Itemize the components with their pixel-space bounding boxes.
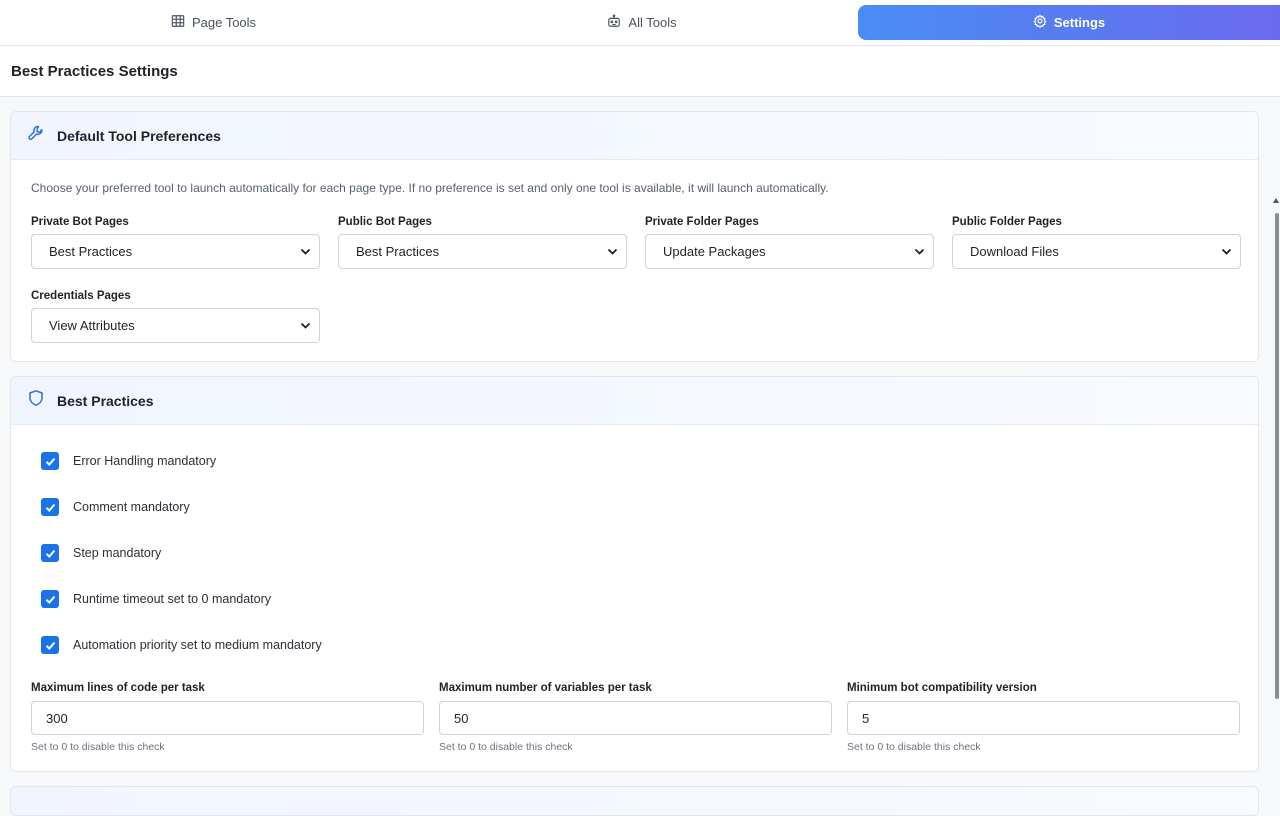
checkbox-label: Automation priority set to medium mandat…	[73, 638, 322, 652]
runtime-timeout-checkbox[interactable]: Runtime timeout set to 0 mandatory	[41, 590, 271, 608]
field-hint: Set to 0 to disable this check	[847, 741, 981, 753]
field-label: Maximum lines of code per task	[31, 682, 205, 694]
card-title: Best Practices	[57, 392, 154, 409]
field-label: Credentials Pages	[31, 290, 131, 302]
checkmark-icon	[45, 641, 55, 650]
default-tool-preferences-card: Default Tool Preferences Choose your pre…	[10, 111, 1259, 362]
card-title: Default Tool Preferences	[57, 127, 221, 144]
input-value: 5	[862, 710, 870, 726]
chevron-down-icon	[607, 248, 618, 255]
tab-label: All Tools	[628, 15, 677, 30]
tab-all-tools[interactable]: All Tools	[427, 5, 857, 40]
chevron-down-icon	[300, 322, 311, 329]
error-handling-checkbox[interactable]: Error Handling mandatory	[41, 452, 216, 470]
checkmark-icon	[45, 503, 55, 512]
chevron-down-icon	[300, 248, 311, 255]
scrollbar[interactable]	[1272, 97, 1280, 800]
field-label: Private Folder Pages	[645, 216, 759, 228]
title-bar: Best Practices Settings	[0, 46, 1280, 97]
checkbox-checked[interactable]	[41, 498, 59, 516]
step-checkbox[interactable]: Step mandatory	[41, 544, 161, 562]
top-tab-bar: Page Tools All Tools Settings	[0, 0, 1280, 46]
public-folder-pages-select[interactable]: Download Files	[952, 234, 1241, 269]
preferences-description: Choose your preferred tool to launch aut…	[31, 181, 829, 195]
card-header: Best Practices	[11, 377, 1258, 425]
wrench-icon	[27, 124, 45, 147]
comment-checkbox[interactable]: Comment mandatory	[41, 498, 190, 516]
chevron-down-icon	[914, 248, 925, 255]
credentials-pages-select[interactable]: View Attributes	[31, 308, 320, 343]
checkmark-icon	[45, 549, 55, 558]
best-practices-card: Best Practices Error Handling mandatory …	[10, 376, 1259, 772]
checkbox-label: Comment mandatory	[73, 500, 190, 514]
select-value: View Attributes	[49, 318, 135, 333]
field-label: Private Bot Pages	[31, 216, 129, 228]
min-bot-version-input[interactable]: 5	[847, 701, 1240, 735]
field-label: Public Folder Pages	[952, 216, 1062, 228]
max-variables-input[interactable]: 50	[439, 701, 832, 735]
field-label: Public Bot Pages	[338, 216, 432, 228]
checkbox-label: Step mandatory	[73, 546, 162, 560]
field-label: Minimum bot compatibility version	[847, 682, 1037, 694]
public-bot-pages-select[interactable]: Best Practices	[338, 234, 627, 269]
tab-label: Page Tools	[191, 15, 257, 30]
card-header	[11, 787, 1258, 815]
field-hint: Set to 0 to disable this check	[31, 741, 165, 753]
select-value: Best Practices	[49, 244, 133, 259]
field-hint: Set to 0 to disable this check	[439, 741, 573, 753]
tab-label: Settings	[1053, 15, 1106, 30]
card-header: Default Tool Preferences	[11, 112, 1258, 160]
page-title: Best Practices Settings	[11, 62, 178, 80]
select-value: Best Practices	[356, 244, 440, 259]
table-icon	[171, 14, 185, 31]
automation-priority-checkbox[interactable]: Automation priority set to medium mandat…	[41, 636, 322, 654]
scrollbar-thumb[interactable]	[1275, 213, 1279, 699]
max-lines-input[interactable]: 300	[31, 701, 424, 735]
private-folder-pages-select[interactable]: Update Packages	[645, 234, 934, 269]
robot-icon	[607, 14, 621, 31]
checkbox-checked[interactable]	[41, 590, 59, 608]
checkbox-checked[interactable]	[41, 452, 59, 470]
select-value: Update Packages	[663, 244, 766, 259]
scroll-up-arrow-icon[interactable]	[1273, 198, 1279, 203]
checkbox-label: Error Handling mandatory	[73, 454, 217, 468]
next-settings-card	[10, 786, 1259, 816]
input-value: 300	[46, 710, 68, 726]
checkbox-checked[interactable]	[41, 636, 59, 654]
checkbox-label: Runtime timeout set to 0 mandatory	[73, 592, 272, 606]
checkmark-icon	[45, 595, 55, 604]
tab-page-tools[interactable]: Page Tools	[0, 5, 427, 40]
checkmark-icon	[45, 457, 55, 466]
tab-settings[interactable]: Settings	[858, 5, 1280, 40]
private-bot-pages-select[interactable]: Best Practices	[31, 234, 320, 269]
gear-icon	[1033, 14, 1047, 31]
input-value: 50	[454, 710, 469, 726]
checkbox-checked[interactable]	[41, 544, 59, 562]
select-value: Download Files	[970, 244, 1059, 259]
field-label: Maximum number of variables per task	[439, 682, 652, 694]
shield-icon	[27, 389, 45, 412]
chevron-down-icon	[1221, 248, 1232, 255]
